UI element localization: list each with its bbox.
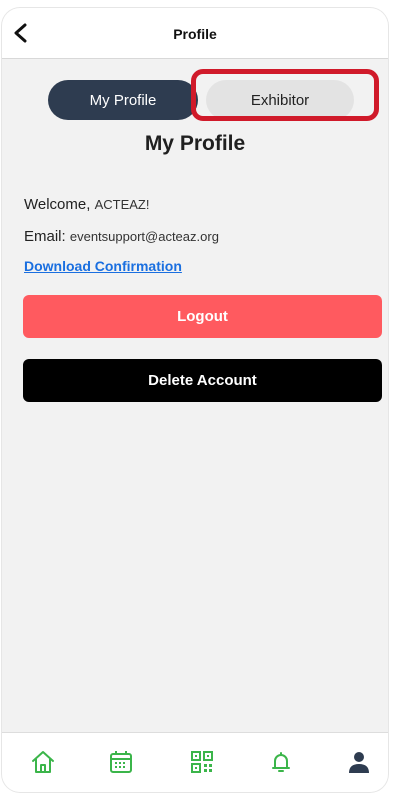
page-title: Profile	[173, 26, 217, 42]
calendar-icon[interactable]	[108, 749, 134, 775]
welcome-label: Welcome,	[24, 196, 91, 213]
tab-exhibitor[interactable]: Exhibitor	[206, 80, 354, 120]
welcome-name: ACTEAZ!	[94, 197, 150, 212]
app-container: Profile My Profile Exhibitor My Profile …	[2, 8, 388, 792]
download-confirmation-link[interactable]: Download Confirmation	[24, 258, 182, 274]
email-value: eventsupport@acteaz.org	[69, 229, 219, 244]
bell-icon[interactable]	[268, 749, 294, 775]
user-icon[interactable]	[346, 749, 372, 775]
welcome-line: Welcome, ACTEAZ!	[24, 196, 150, 213]
email-line: Email: eventsupport@acteaz.org	[24, 228, 219, 245]
tab-my-profile[interactable]: My Profile	[48, 80, 198, 120]
email-label: Email:	[24, 228, 66, 245]
delete-account-button[interactable]: Delete Account	[23, 359, 382, 402]
top-navigation-bar: Profile	[2, 8, 388, 59]
qr-code-icon[interactable]	[189, 749, 215, 775]
profile-heading: My Profile	[144, 132, 246, 155]
logout-button[interactable]: Logout	[23, 295, 382, 338]
screen: Profile My Profile Exhibitor My Profile …	[0, 0, 393, 797]
bottom-tab-bar	[2, 732, 388, 792]
home-icon[interactable]	[30, 749, 56, 775]
